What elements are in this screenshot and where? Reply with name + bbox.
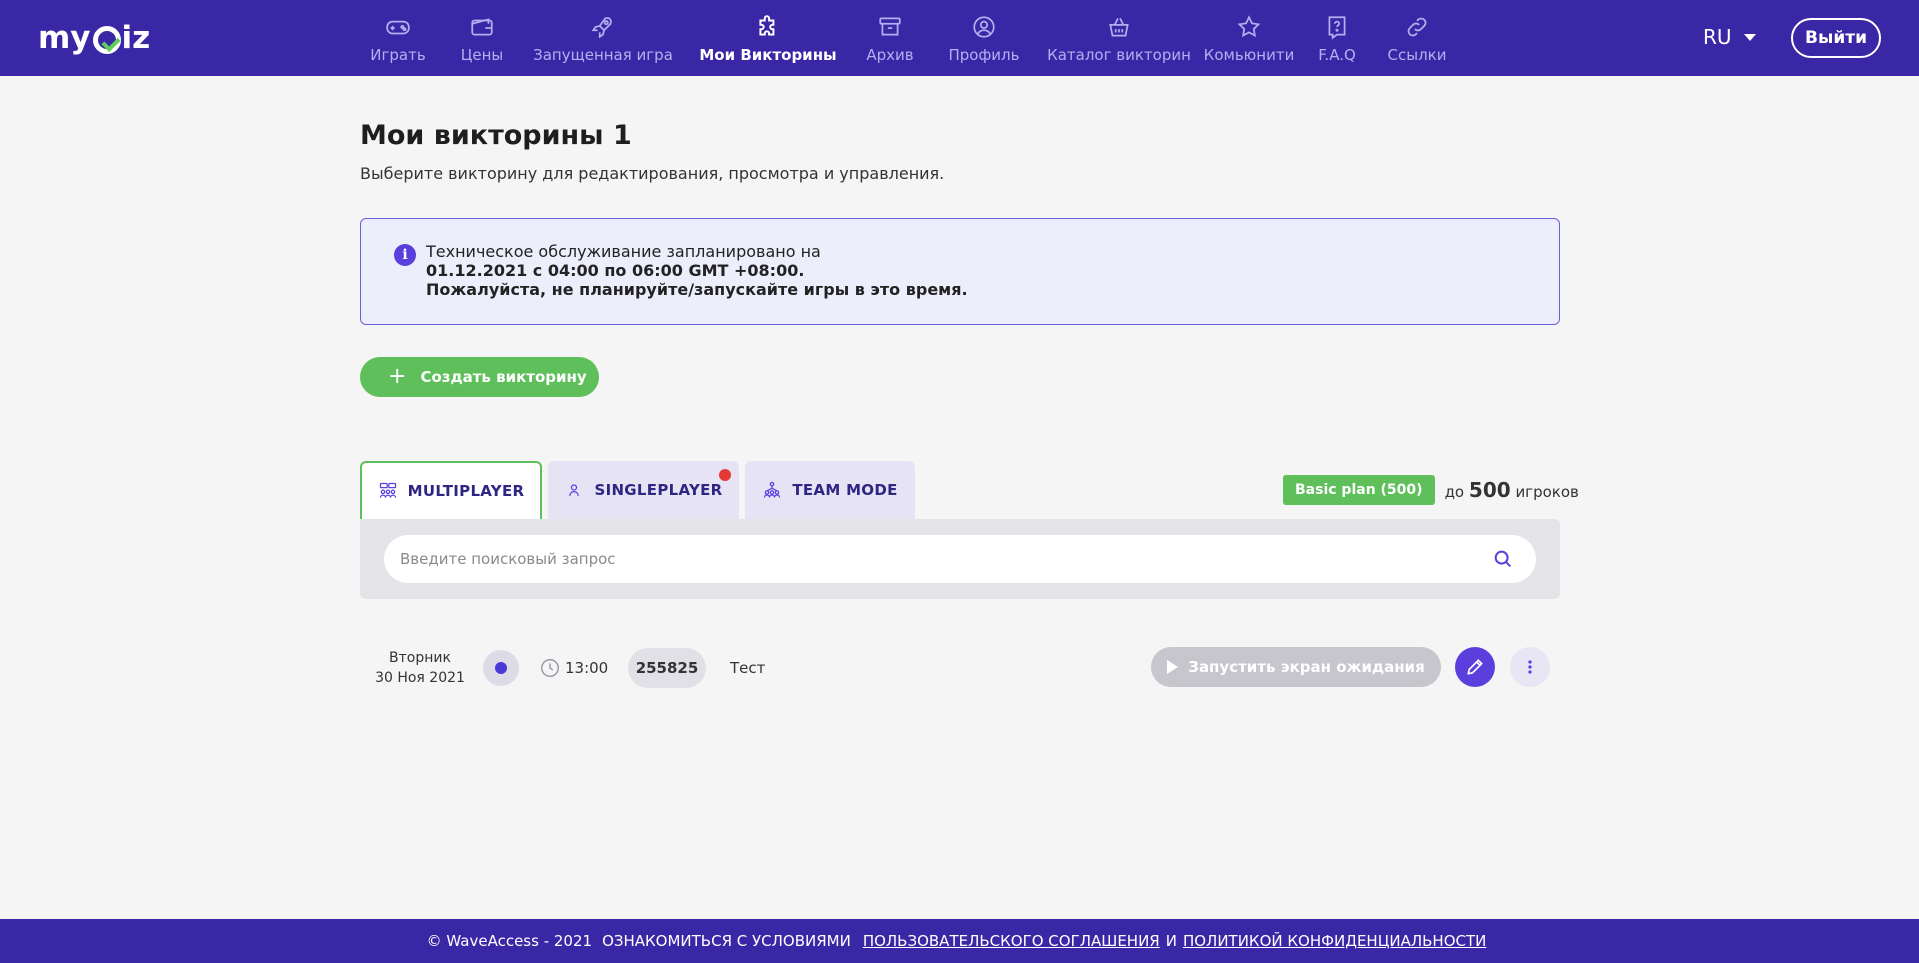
- nav-item-quiz-catalog[interactable]: Каталог викторин: [1041, 0, 1197, 76]
- tab-label: SINGLEPLAYER: [594, 481, 723, 499]
- more-vertical-icon: [1528, 660, 1532, 674]
- main-nav: Играть Цены Запущенная игра Мои Викторин…: [355, 0, 1461, 76]
- terms-link[interactable]: ПОЛЬЗОВАТЕЛЬСКОГО СОГЛАШЕНИЯ: [863, 932, 1160, 950]
- footer: © WaveAccess - 2021 ОЗНАКОМИТЬСЯ С УСЛОВ…: [0, 919, 1919, 963]
- basket-icon: [1109, 17, 1129, 37]
- nav-label: Архив: [866, 46, 914, 64]
- nav-item-prices[interactable]: Цены: [441, 0, 523, 76]
- notice-line-2: 01.12.2021 с 04:00 по 06:00 GMT +08:00.: [426, 261, 805, 280]
- nav-label: Каталог викторин: [1047, 46, 1191, 64]
- edit-button[interactable]: [1455, 647, 1495, 687]
- clock-icon: [541, 659, 559, 677]
- question-icon: [1328, 16, 1346, 40]
- launch-label: Запустить экран ожидания: [1188, 658, 1425, 676]
- tab-label: TEAM MODE: [792, 481, 898, 499]
- nav-item-archive[interactable]: Архив: [853, 0, 927, 76]
- plan-limit: до 500 игроков: [1445, 478, 1579, 502]
- search-panel: [360, 519, 1560, 599]
- notice-line-1: Техническое обслуживание запланировано н…: [426, 242, 821, 261]
- tab-team-mode[interactable]: TEAM MODE: [745, 461, 915, 519]
- page-subtitle: Выберите викторину для редактирования, п…: [360, 164, 945, 183]
- chevron-down-icon: [1743, 33, 1756, 41]
- nav-item-community[interactable]: Комьюнити: [1197, 0, 1301, 76]
- info-icon: i: [394, 244, 416, 266]
- quiz-date-text: 30 Ноя 2021: [375, 670, 465, 686]
- star-icon: [1237, 15, 1261, 38]
- quiz-row[interactable]: Вторник 30 Ноя 2021 13:00 255825 Тест За…: [360, 640, 1560, 696]
- quiz-time: 13:00: [565, 659, 609, 677]
- gamepad-icon: [386, 20, 410, 35]
- maintenance-notice: i Техническое обслуживание запланировано…: [360, 218, 1560, 325]
- search-input[interactable]: [384, 535, 1536, 583]
- plan-limit-prefix: до: [1444, 483, 1465, 501]
- user-icon: [569, 484, 580, 496]
- search-icon[interactable]: [1492, 548, 1514, 570]
- privacy-link[interactable]: ПОЛИТИКОЙ КОНФИДЕНЦИАЛЬНОСТИ: [1183, 932, 1486, 950]
- pencil-icon: [1467, 659, 1483, 675]
- puzzle-icon: [759, 15, 775, 36]
- group-icon: [379, 482, 396, 498]
- notification-dot: [719, 469, 731, 481]
- launch-waiting-screen-button[interactable]: Запустить экран ожидания: [1151, 647, 1441, 687]
- nav-label: F.A.Q: [1318, 46, 1356, 64]
- nav-label: Играть: [370, 46, 426, 64]
- plan-limit-suffix: игроков: [1515, 483, 1579, 501]
- tab-singleplayer[interactable]: SINGLEPLAYER: [548, 461, 739, 519]
- quiz-date: Вторник 30 Ноя 2021: [360, 648, 480, 688]
- team-icon: [764, 481, 781, 498]
- logo-text-my: my: [38, 20, 91, 56]
- logout-button[interactable]: Выйти: [1791, 18, 1881, 58]
- rocket-icon: [591, 17, 612, 39]
- nav-label: Профиль: [948, 46, 1020, 64]
- nav-label: Мои Викторины: [699, 46, 837, 64]
- notice-line-3: Пожалуйста, не планируйте/запускайте игр…: [426, 280, 968, 299]
- link-icon: [1407, 17, 1427, 37]
- nav-item-links[interactable]: Ссылки: [1373, 0, 1461, 76]
- status-indicator: [483, 650, 519, 686]
- quiz-name[interactable]: Тест: [730, 659, 765, 677]
- archive-icon: [879, 17, 901, 36]
- create-quiz-label: Создать викторину: [420, 368, 587, 386]
- user-circle-icon: [973, 16, 995, 38]
- page-title: Мои викторины 1: [360, 120, 632, 151]
- top-navigation-bar: my iz Играть Цены Запущенная игра Мои Вик…: [0, 0, 1919, 76]
- nav-item-play[interactable]: Играть: [355, 0, 441, 76]
- nav-label: Цены: [460, 46, 504, 64]
- plus-icon: +: [388, 364, 407, 389]
- more-options-button[interactable]: [1510, 647, 1550, 687]
- footer-text: ОЗНАКОМИТЬСЯ С УСЛОВИЯМИ: [602, 932, 851, 950]
- quiz-day: Вторник: [389, 650, 451, 666]
- nav-item-profile[interactable]: Профиль: [927, 0, 1041, 76]
- create-quiz-button[interactable]: + Создать викторину: [360, 357, 599, 397]
- nav-label: Запущенная игра: [533, 46, 673, 64]
- nav-item-my-quizzes[interactable]: Мои Викторины: [683, 0, 853, 76]
- wallet-icon: [471, 18, 493, 36]
- tab-label: MULTIPLAYER: [407, 482, 525, 500]
- myquiz-logo[interactable]: my iz: [38, 20, 150, 56]
- language-selector[interactable]: RU: [1703, 25, 1756, 49]
- language-label: RU: [1703, 25, 1732, 49]
- plan-badge: Basic plan (500): [1283, 475, 1435, 505]
- plan-info: Basic plan (500) до 500 игроков: [1283, 475, 1579, 505]
- footer-and: И: [1165, 932, 1177, 950]
- plan-limit-count: 500: [1468, 478, 1511, 502]
- nav-label: Комьюнити: [1203, 46, 1295, 64]
- play-icon: [1167, 660, 1179, 674]
- tab-multiplayer[interactable]: MULTIPLAYER: [360, 461, 542, 519]
- nav-item-running-game[interactable]: Запущенная игра: [523, 0, 683, 76]
- quiz-code-badge: 255825: [628, 648, 706, 688]
- logo-text-iz: iz: [121, 20, 151, 56]
- nav-label: Ссылки: [1387, 46, 1447, 64]
- nav-item-faq[interactable]: F.A.Q: [1301, 0, 1373, 76]
- logo-check-icon: [92, 26, 121, 54]
- notice-text: Техническое обслуживание запланировано н…: [426, 242, 968, 299]
- footer-copyright: © WaveAccess - 2021: [426, 932, 593, 950]
